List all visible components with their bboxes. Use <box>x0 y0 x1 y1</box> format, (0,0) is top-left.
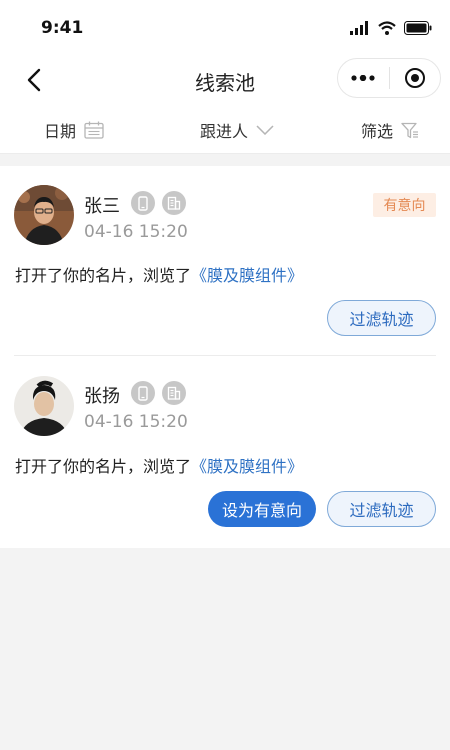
filter-follower[interactable]: 跟进人 <box>200 118 274 142</box>
status-bar: 9:41 <box>0 0 450 58</box>
avatar[interactable] <box>14 185 74 245</box>
filter-follower-label: 跟进人 <box>200 122 249 141</box>
lead-activity: 打开了你的名片，浏览了《膜及膜组件》 <box>15 453 303 477</box>
calendar-icon <box>84 121 104 139</box>
document-link[interactable]: 《膜及膜组件》 <box>191 266 303 285</box>
phone-icon <box>138 385 148 401</box>
avatar-photo <box>14 376 74 436</box>
building-icon <box>167 386 181 400</box>
nav-bar: 线索池 <box>0 58 450 102</box>
more-button[interactable] <box>338 59 389 97</box>
status-icons <box>350 18 432 38</box>
signal-icon <box>350 21 368 35</box>
filter-more[interactable]: 筛选 <box>361 118 419 142</box>
filter-bar: 日期 跟进人 筛选 <box>0 102 450 154</box>
phone-badge[interactable] <box>131 381 155 405</box>
document-link[interactable]: 《膜及膜组件》 <box>191 457 303 476</box>
avatar[interactable] <box>14 376 74 436</box>
lead-name: 张扬 <box>84 386 120 407</box>
status-time: 9:41 <box>41 18 84 38</box>
divider <box>14 355 436 356</box>
lead-time: 04-16 15:20 <box>84 412 188 432</box>
chevron-down-icon <box>256 125 274 135</box>
battery-icon <box>404 21 432 35</box>
lead-name: 张三 <box>84 196 120 217</box>
lead-activity: 打开了你的名片，浏览了《膜及膜组件》 <box>15 262 303 286</box>
filter-more-label: 筛选 <box>361 122 394 141</box>
more-dots-icon <box>351 75 375 81</box>
phone-icon <box>138 195 148 211</box>
building-icon <box>167 196 181 210</box>
filter-trace-button[interactable]: 过滤轨迹 <box>327 491 436 527</box>
filter-date[interactable]: 日期 <box>44 118 104 142</box>
filter-trace-button[interactable]: 过滤轨迹 <box>327 300 436 336</box>
avatar-photo <box>14 185 74 245</box>
filter-date-label: 日期 <box>44 122 77 141</box>
close-mini-program-button[interactable] <box>389 59 440 97</box>
company-badge[interactable] <box>162 381 186 405</box>
funnel-icon <box>401 122 419 138</box>
company-badge[interactable] <box>162 191 186 215</box>
lead-time: 04-16 15:20 <box>84 222 188 242</box>
lead-list: 张三 04-16 15:20 有意向 打开了你的名片，浏览了《膜及膜组件》 过滤… <box>0 166 450 548</box>
activity-text: 打开了你的名片，浏览了 <box>15 266 192 285</box>
phone-badge[interactable] <box>131 191 155 215</box>
target-icon <box>404 68 425 88</box>
mark-interested-button[interactable]: 设为有意向 <box>208 491 316 527</box>
intent-tag: 有意向 <box>373 193 436 217</box>
wifi-icon <box>378 21 396 35</box>
mini-program-capsule <box>337 58 441 98</box>
activity-text: 打开了你的名片，浏览了 <box>15 457 192 476</box>
